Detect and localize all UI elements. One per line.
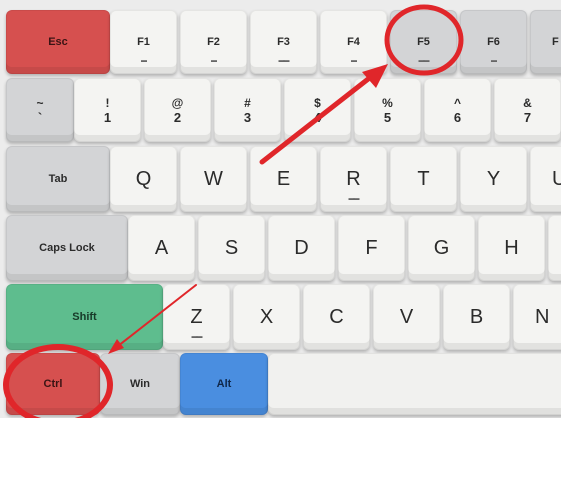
ctrl-highlight-circle	[3, 344, 113, 418]
arrow-to-f5-line	[259, 73, 375, 165]
arrow-to-ctrl-line	[117, 284, 197, 347]
keyboard-photo: Esc F1 ▬ F2 ▬ F3 ▬▬ F4 ▬ F5 ▬▬ F6 ▬ F ~ ` ! 1 @2…	[0, 0, 561, 418]
annotation-overlay	[3, 4, 464, 418]
f5-highlight-circle	[384, 4, 464, 76]
arrow-to-ctrl-head	[108, 339, 124, 354]
arrow-to-f5-head	[362, 64, 388, 88]
